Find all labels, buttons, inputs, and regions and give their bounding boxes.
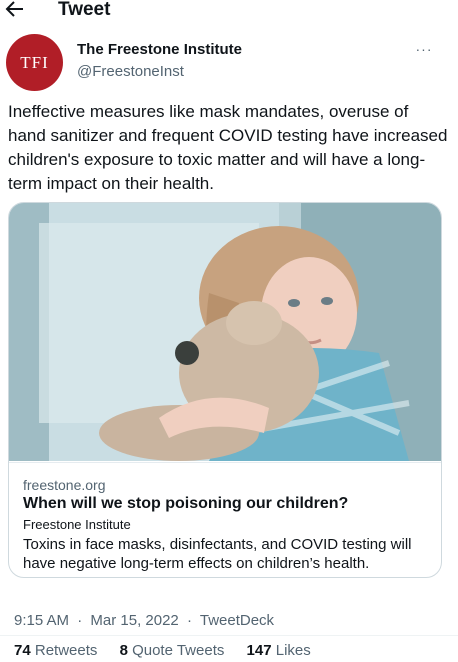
more-button[interactable]: ··· — [406, 36, 442, 62]
tweet-date[interactable]: Mar 15, 2022 — [90, 612, 178, 629]
likes-label: Likes — [275, 642, 311, 659]
retweets-count: 74 — [14, 642, 31, 659]
retweets-label: Retweets — [34, 642, 98, 659]
more-horizontal-icon: ··· — [415, 41, 433, 57]
author-handle[interactable]: @FreestoneInst — [77, 63, 184, 80]
link-card[interactable]: freestone.org When will we stop poisonin… — [8, 202, 442, 578]
card-description: Toxins in face masks, disinfectants, and… — [23, 536, 412, 572]
tweet-time[interactable]: 9:15 AM — [14, 612, 69, 629]
tweet-text: Ineffective measures like mask mandates,… — [8, 102, 448, 193]
tweet-source: TweetDeck — [199, 612, 275, 629]
quote-tweets-stat[interactable]: 8 Quote Tweets — [120, 642, 225, 659]
card-image[interactable] — [9, 203, 441, 461]
card-domain: freestone.org — [23, 477, 106, 493]
card-site-name: Freestone Institute — [23, 517, 131, 532]
top-bar: Tweet — [0, 0, 458, 24]
tweet-meta: 9:15 AM · Mar 15, 2022 · TweetDeck — [14, 612, 274, 629]
likes-stat[interactable]: 147 Likes — [247, 642, 311, 659]
avatar[interactable]: TFI — [6, 34, 63, 91]
card-title: When will we stop poisoning our children… — [23, 495, 349, 512]
card-info: freestone.org When will we stop poisonin… — [9, 462, 441, 577]
meta-separator: · — [186, 612, 192, 629]
quote-tweets-label: Quote Tweets — [132, 642, 225, 659]
back-button[interactable] — [4, 0, 26, 20]
divider — [0, 635, 458, 636]
page-title: Tweet — [58, 0, 111, 20]
engagement-stats: 74 Retweets 8 Quote Tweets 147 Likes — [14, 642, 329, 659]
author-name[interactable]: The Freestone Institute — [77, 41, 242, 58]
arrow-left-icon — [5, 1, 23, 17]
card-photo — [9, 203, 441, 461]
avatar-initials: TFI — [20, 52, 49, 72]
likes-count: 147 — [246, 642, 272, 659]
meta-separator: · — [77, 612, 83, 629]
quote-tweets-count: 8 — [119, 642, 128, 659]
retweets-stat[interactable]: 74 Retweets — [14, 642, 97, 659]
